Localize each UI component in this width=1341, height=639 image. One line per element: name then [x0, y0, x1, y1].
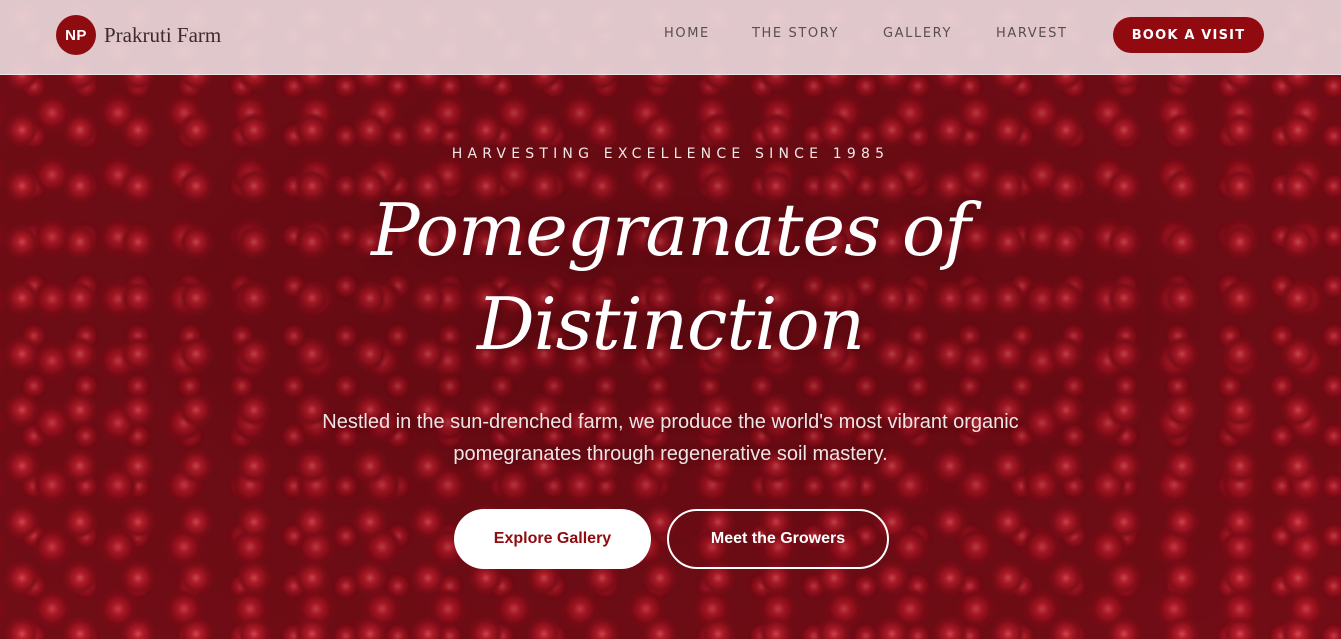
hero-headline: Pomegranates of Distinction	[0, 183, 1341, 371]
hero-headline-line2: Distinction	[476, 282, 865, 366]
hero-subtitle: Nestled in the sun-drenched farm, we pro…	[322, 411, 1019, 465]
book-a-visit-button[interactable]: BOOK A VISIT	[1113, 17, 1264, 53]
hero-eyebrow: HARVESTING EXCELLENCE SINCE 1985	[451, 146, 890, 162]
nav-link-the-story[interactable]: THE STORY	[752, 26, 839, 41]
meet-the-growers-button[interactable]: Meet the Growers	[667, 509, 889, 569]
hero-headline-line1: Pomegranates of	[371, 188, 971, 272]
explore-gallery-button[interactable]: Explore Gallery	[454, 509, 651, 569]
nav-link-harvest[interactable]: HARVEST	[996, 26, 1068, 41]
nav-link-gallery[interactable]: GALLERY	[883, 26, 952, 41]
nav-link-home[interactable]: HOME	[664, 26, 710, 41]
navbar: NP Prakruti Farm HOME THE STORY GALLERY …	[0, 0, 1341, 75]
